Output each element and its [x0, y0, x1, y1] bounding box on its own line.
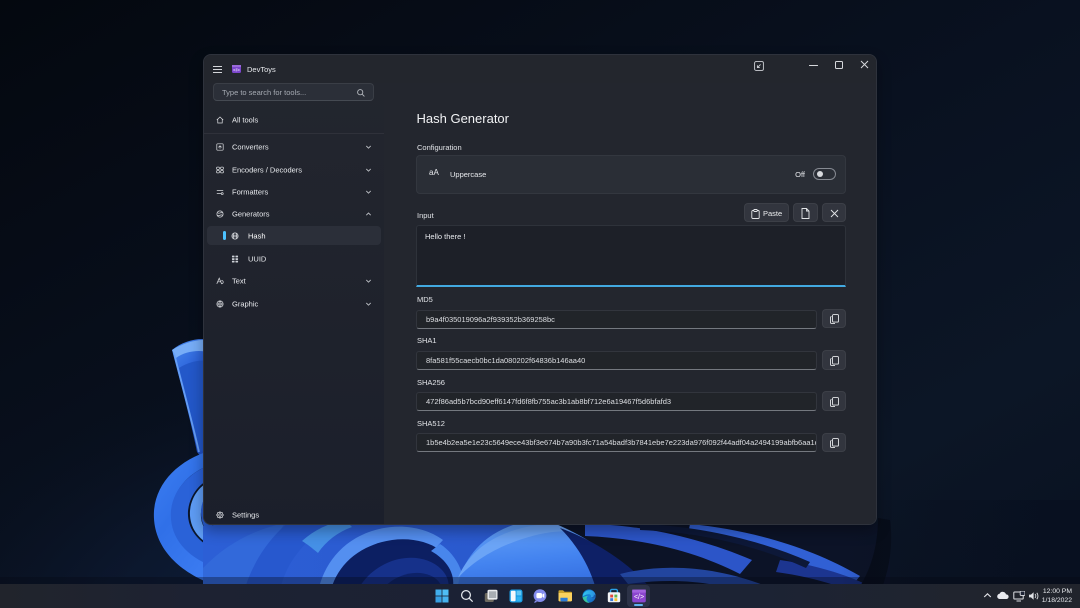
svg-text:</>: </>: [634, 594, 644, 601]
svg-text:</>: </>: [233, 67, 240, 73]
